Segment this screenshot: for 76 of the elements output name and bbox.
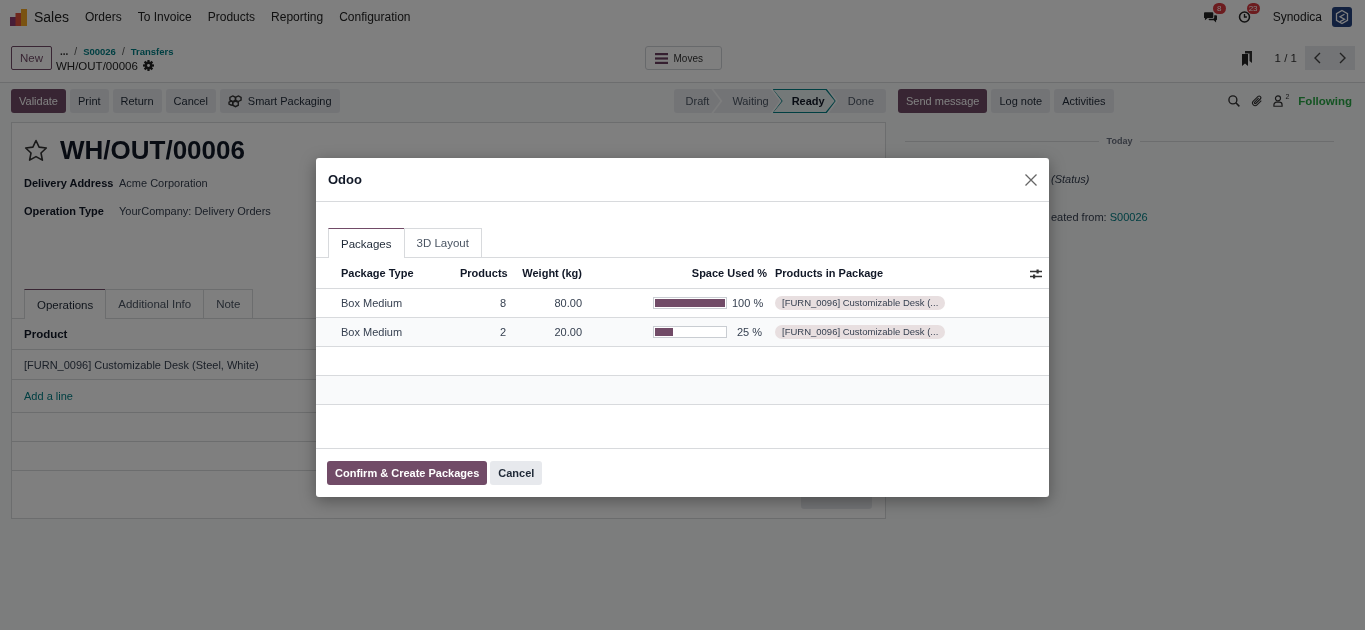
form-tab[interactable]: Operations — [24, 289, 107, 319]
notification-count: 23 — [1246, 3, 1260, 14]
menu-icon — [654, 52, 668, 64]
user-icon[interactable] — [1273, 95, 1284, 107]
record-link[interactable]: S00026 — [1109, 211, 1148, 223]
app-name[interactable]: Sales — [34, 9, 70, 25]
table-cell: 20.00 — [514, 317, 590, 347]
field-label: Operation Type — [24, 204, 105, 219]
menu-item[interactable]: Products — [199, 10, 264, 24]
bookmark-icon[interactable] — [1241, 50, 1252, 66]
form-tab[interactable]: Note — [203, 289, 254, 318]
table-cell: [FURN_0096] Customizable Desk (Steel, White) — [24, 358, 259, 371]
moves-button[interactable]: Moves — [644, 46, 722, 70]
product-tag: [FURN_0096] Customizable Desk (... — [775, 325, 946, 339]
chatter-button[interactable]: Log note — [991, 89, 1051, 113]
table-cell: Box Medium — [316, 317, 456, 347]
menu-item[interactable]: Reporting — [263, 10, 332, 24]
cubes-icon — [227, 94, 243, 108]
column-header[interactable]: Package Type — [316, 258, 456, 289]
following-status[interactable]: Following — [1298, 95, 1352, 107]
table-cell: Box Medium — [316, 288, 456, 318]
pager-value[interactable]: 1 / 1 — [1274, 52, 1297, 64]
column-header[interactable]: Space Used % — [590, 258, 771, 289]
chevron-left-icon — [1314, 52, 1321, 64]
message-text: (Status) — [1051, 172, 1091, 187]
paperclip-icon[interactable] — [1251, 95, 1264, 107]
action-button[interactable]: Cancel — [165, 89, 216, 113]
add-line-link[interactable]: Add a line — [24, 390, 73, 402]
action-button[interactable]: Smart Packaging — [219, 89, 340, 113]
company-name[interactable]: Synodica — [1272, 10, 1322, 24]
notification-count: 8 — [1212, 3, 1226, 14]
dialog-tab[interactable]: Packages — [328, 228, 405, 258]
menu-item[interactable]: Orders — [77, 10, 130, 24]
column-header[interactable]: Weight (kg) — [514, 258, 590, 289]
action-button[interactable]: Return — [112, 89, 162, 113]
gear-icon[interactable] — [142, 60, 154, 71]
table-cell: 80.00 — [514, 288, 590, 318]
clock-icon[interactable] — [1237, 11, 1251, 23]
field-label: Delivery Address — [24, 176, 115, 191]
breadcrumb-separator: / — [74, 45, 78, 57]
breadcrumb-more[interactable]: ... — [60, 45, 69, 57]
search-icon[interactable] — [1228, 95, 1241, 107]
date-separator: Today — [1106, 136, 1133, 146]
menu-item[interactable]: Configuration — [331, 10, 419, 24]
bar-chart-logo-icon[interactable] — [10, 8, 27, 26]
chat-bubbles-icon[interactable] — [1203, 11, 1217, 23]
action-button[interactable]: Validate — [11, 89, 66, 113]
breadcrumb-link[interactable]: Transfers — [130, 45, 174, 57]
close-icon — [1025, 173, 1037, 186]
column-header[interactable]: Products — [456, 258, 514, 289]
dialog-title: Odoo — [328, 172, 362, 187]
dialog-button[interactable]: Confirm & Create Packages — [327, 461, 488, 485]
chatter-button[interactable]: Activities — [1054, 89, 1114, 113]
column-header[interactable]: Products in Package — [771, 258, 1020, 289]
company-logo-icon[interactable] — [1332, 7, 1352, 27]
star-icon[interactable] — [24, 138, 48, 162]
sliders-icon[interactable] — [1030, 269, 1042, 280]
breadcrumb-link[interactable]: S00026 — [83, 45, 116, 57]
record-name: WH/OUT/00006 — [56, 59, 138, 72]
new-button[interactable]: New — [11, 46, 52, 70]
space-used-value: 25 % — [735, 326, 762, 338]
record-title: WH/OUT/00006 — [60, 134, 245, 166]
dialog-button[interactable]: Cancel — [490, 461, 543, 485]
chatter-button[interactable]: Send message — [898, 89, 988, 113]
column-header[interactable]: Product — [24, 328, 68, 340]
breadcrumb-separator: / — [121, 45, 125, 57]
close-button[interactable] — [1024, 172, 1038, 187]
dialog-tab[interactable]: 3D Layout — [403, 228, 482, 257]
product-tag: [FURN_0096] Customizable Desk (... — [775, 296, 946, 310]
space-used-value: 100 % — [732, 297, 762, 309]
table-cell: 2 — [456, 317, 514, 347]
message-text: eated from: S00026 — [1051, 210, 1149, 225]
table-cell: 8 — [456, 288, 514, 318]
action-button[interactable]: Print — [69, 89, 109, 113]
menu-item[interactable]: To Invoice — [129, 10, 200, 24]
chevron-right-icon — [1339, 52, 1346, 64]
